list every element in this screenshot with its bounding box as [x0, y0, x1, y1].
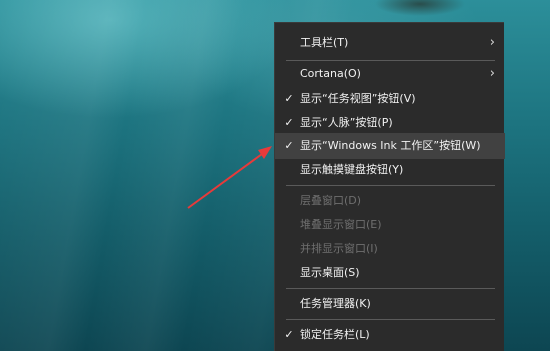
menu-separator	[286, 288, 495, 289]
menu-item-label: 并排显示窗口(I)	[300, 242, 378, 255]
menu-item-show-windows-ink[interactable]: ✓ 显示“Windows Ink 工作区”按钮(W)	[275, 133, 505, 159]
menu-item-label: Cortana(O)	[300, 67, 361, 80]
menu-item-show-task-view[interactable]: ✓ 显示“任务视图”按钮(V)	[275, 86, 505, 112]
menu-item-label: 显示“任务视图”按钮(V)	[300, 92, 416, 105]
menu-item-stack-windows[interactable]: 堆叠显示窗口(E)	[275, 212, 505, 238]
check-icon: ✓	[284, 92, 294, 105]
menu-item-label: 显示“Windows Ink 工作区”按钮(W)	[300, 139, 481, 152]
menu-item-label: 显示“人脉”按钮(P)	[300, 116, 393, 129]
menu-item-label: 锁定任务栏(L)	[300, 328, 370, 341]
menu-item-label: 堆叠显示窗口(E)	[300, 218, 382, 231]
chevron-right-icon: ›	[489, 35, 495, 50]
menu-item-toolbars[interactable]: 工具栏(T) ›	[275, 30, 505, 56]
check-icon: ✓	[284, 139, 294, 152]
menu-item-lock-taskbar[interactable]: ✓ 锁定任务栏(L)	[275, 322, 505, 348]
taskbar-context-menu: 工具栏(T) › Cortana(O) › ✓ 显示“任务视图”按钮(V) ✓ …	[274, 22, 505, 351]
check-icon: ✓	[284, 328, 294, 341]
menu-item-side-by-side-windows[interactable]: 并排显示窗口(I)	[275, 236, 505, 262]
menu-item-label: 任务管理器(K)	[300, 297, 371, 310]
menu-item-task-manager[interactable]: 任务管理器(K)	[275, 291, 505, 317]
menu-separator	[286, 185, 495, 186]
menu-item-cortana[interactable]: Cortana(O) ›	[275, 61, 505, 87]
menu-item-label: 工具栏(T)	[300, 36, 349, 49]
menu-item-label: 显示触摸键盘按钮(Y)	[300, 163, 404, 176]
menu-item-label: 显示桌面(S)	[300, 266, 360, 279]
menu-item-cascade-windows[interactable]: 层叠窗口(D)	[275, 188, 505, 214]
menu-item-show-touch-keyboard[interactable]: 显示触摸键盘按钮(Y)	[275, 157, 505, 183]
menu-item-show-desktop[interactable]: 显示桌面(S)	[275, 260, 505, 286]
menu-separator	[286, 319, 495, 320]
menu-item-label: 层叠窗口(D)	[300, 194, 362, 207]
chevron-right-icon: ›	[489, 66, 495, 81]
